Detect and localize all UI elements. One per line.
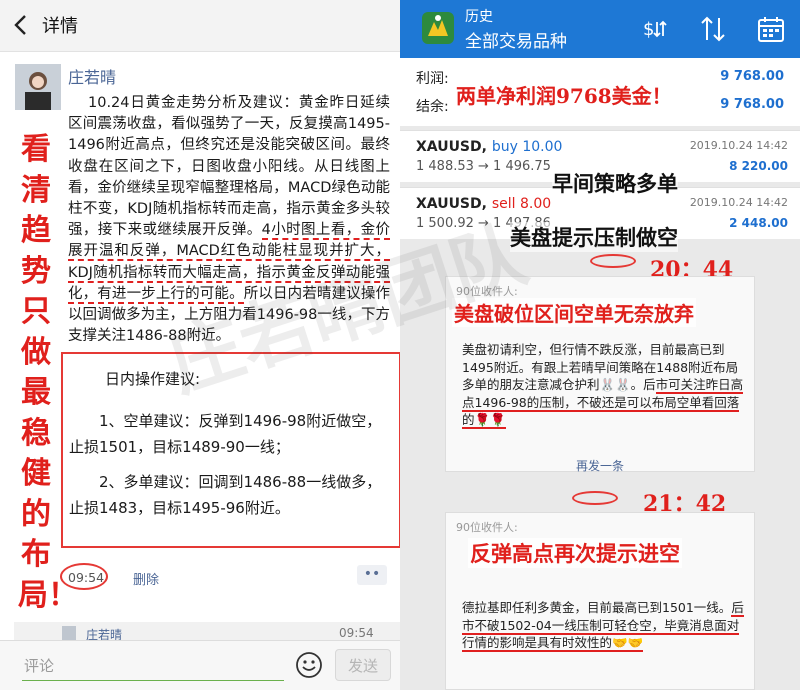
- rebound-callout: 反弹高点再次提示进空: [468, 538, 682, 568]
- balance-label: 结余:: [416, 99, 449, 115]
- message-body: 德拉基即任利多黄金，目前最高已到1501一线。后市不破1502-04一线压制可轻…: [462, 600, 744, 652]
- post-body: 10.24日黄金走势分析及建议：黄金昨日延续区间震荡收盘，看似强势了一天，反复摸…: [68, 93, 390, 347]
- short-suggestion: 1、空单建议：反弹到1496-98附近做空，止损1501，目标1489-90一线…: [69, 412, 382, 456]
- svg-text:$: $: [643, 19, 654, 40]
- vertical-caption: 看清趋势只做最稳健的布局！: [18, 132, 78, 613]
- trade-side: buy 10.00: [491, 139, 563, 155]
- dollar-sort-icon[interactable]: $: [640, 14, 670, 44]
- send-button[interactable]: 发送: [335, 649, 391, 681]
- emoji-icon[interactable]: [295, 651, 323, 679]
- comment-input[interactable]: [22, 651, 284, 681]
- more-button[interactable]: ••: [357, 565, 387, 585]
- composite-screenshot: 详情 庄若晴 10.24日黄金走势分析及建议：黄金昨日延续区间震荡收盘，看似强势…: [0, 0, 800, 690]
- recipients-label: 90位收件人:: [456, 285, 518, 298]
- profit-callout: 两单净利润9768美金！: [454, 80, 674, 109]
- calendar-icon[interactable]: [756, 14, 786, 44]
- top-bar: 详情: [0, 0, 400, 52]
- suggestion-title: 日内操作建议:: [105, 370, 201, 388]
- avatar-icon: [15, 64, 61, 110]
- header-title[interactable]: 全部交易品种: [465, 27, 567, 52]
- post-time: 09:54: [68, 570, 105, 585]
- trade-profit: 2 448.00: [729, 216, 788, 230]
- comment-bar: 发送: [0, 640, 400, 690]
- trade-history-panel: 历史 全部交易品种 $ 利润: 9 768.00 结余: 9 768.00 两单…: [400, 0, 800, 690]
- profit-label: 利润:: [416, 71, 449, 87]
- trade-suggestion-box: 日内操作建议: 1、空单建议：反弹到1496-98附近做空，止损1501，目标1…: [61, 352, 400, 548]
- us-break-callout: 美盘破位区间空单无奈放弃: [452, 298, 696, 327]
- morning-strategy-caption: 早间策略多单: [552, 168, 678, 198]
- trade-profit: 8 220.00: [729, 159, 788, 173]
- trade-symbol: XAUUSD, buy 10.00: [416, 139, 563, 155]
- post-body-intro: 10.24日黄金走势分析及建议：黄金昨日延续区间震荡收盘，看似强势了一天，反复摸…: [68, 95, 390, 239]
- trade-side: sell 8.00: [491, 196, 552, 212]
- chevron-left-icon[interactable]: [10, 10, 32, 40]
- recipients-label: 90位收件人:: [456, 521, 518, 534]
- trade-date: 2019.10.24 14:42: [689, 139, 788, 152]
- delete-link[interactable]: 删除: [133, 569, 159, 588]
- time-oval: [572, 491, 618, 505]
- post-detail-panel: 详情 庄若晴 10.24日黄金走势分析及建议：黄金昨日延续区间震荡收盘，看似强势…: [0, 0, 400, 690]
- message-body: 美盘初请利空，但行情不跌反涨，目前最高已到1495附近。有跟上若晴早间策略在14…: [462, 342, 744, 429]
- sort-arrows-icon[interactable]: [698, 14, 728, 44]
- trade-prices: 1 488.53 → 1 496.75: [416, 159, 551, 174]
- page-title: 详情: [42, 16, 78, 37]
- long-suggestion: 2、多单建议：回调到1486-88一线做多，止损1483，目标1495-96附近…: [69, 473, 382, 517]
- mt4-logo-icon[interactable]: [420, 10, 456, 46]
- us-session-caption: 美盘提示压制做空: [510, 222, 678, 252]
- mt4-header: 历史 全部交易品种 $: [400, 0, 800, 58]
- avatar[interactable]: [15, 64, 61, 110]
- profit-value: 9 768.00: [720, 69, 784, 84]
- trade-date: 2019.10.24 14:42: [689, 196, 788, 209]
- reply-time: 09:54: [339, 626, 374, 640]
- trade-symbol: XAUUSD, sell 8.00: [416, 196, 552, 212]
- author-name[interactable]: 庄若晴: [68, 64, 116, 88]
- header-subtitle: 历史: [465, 9, 493, 25]
- reply-avatar[interactable]: [62, 626, 76, 640]
- balance-value: 9 768.00: [720, 97, 784, 112]
- time-oval: [590, 254, 636, 268]
- resend-link[interactable]: 再发一条: [446, 457, 754, 474]
